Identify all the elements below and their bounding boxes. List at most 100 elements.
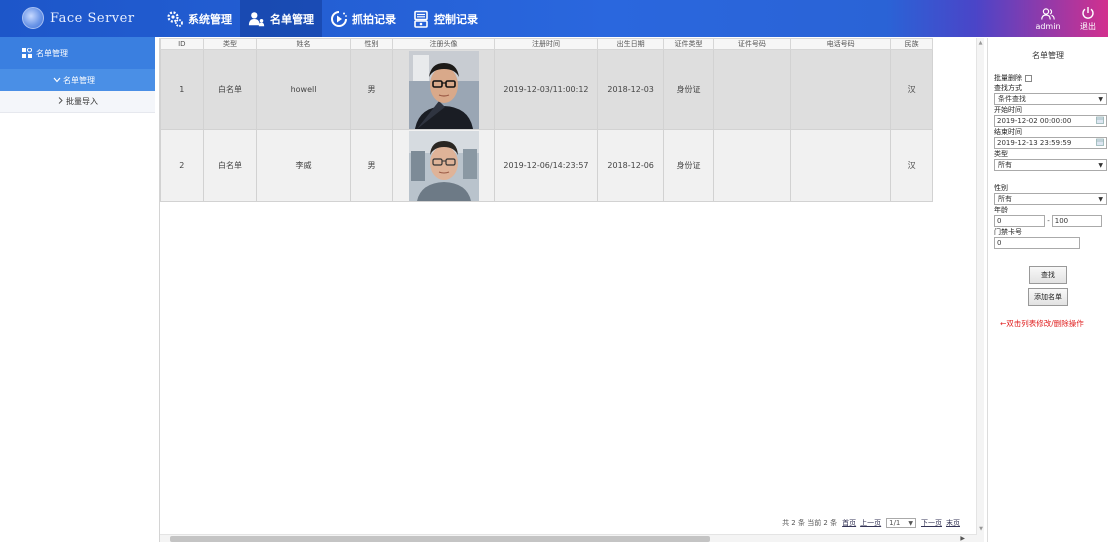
- username: admin: [1035, 21, 1061, 31]
- cell-cert-type: 身份证: [663, 129, 714, 202]
- scroll-down-icon[interactable]: ▼: [977, 526, 985, 532]
- cell-id: 1: [160, 49, 204, 130]
- next-page-link[interactable]: 下一页: [921, 518, 942, 528]
- first-page-link[interactable]: 首页: [842, 518, 856, 528]
- main-nav: 系统管理 名单管理 抓拍记录 控制记录: [158, 0, 486, 37]
- nav-label: 抓拍记录: [352, 12, 396, 26]
- nav-label: 系统管理: [188, 12, 232, 26]
- end-time-value: 2019-12-13 23:59:59: [997, 139, 1072, 147]
- search-button[interactable]: 查找: [1029, 266, 1067, 284]
- scroll-right-icon[interactable]: ▶: [960, 535, 965, 542]
- age-max-input[interactable]: 100: [1051, 215, 1102, 227]
- start-time-value: 2019-12-02 00:00:00: [997, 117, 1072, 125]
- age-min-input[interactable]: 0: [994, 215, 1046, 227]
- age-label: 年龄: [994, 206, 1008, 214]
- column-header-photo[interactable]: 注册头像: [392, 38, 495, 50]
- column-header-gender[interactable]: 性别: [349, 38, 394, 50]
- grid-icon: [22, 48, 32, 58]
- column-header-nation[interactable]: 民族: [890, 38, 933, 50]
- chevron-right-icon: [58, 97, 63, 106]
- end-time-input[interactable]: 2019-12-13 23:59:59: [994, 137, 1107, 149]
- column-header-cert-type[interactable]: 证件类型: [663, 38, 714, 50]
- top-bar: Face Server 系统管理 名单管理 抓拍记录 控制记录 admin 退出: [0, 0, 1108, 37]
- panel-title: 名单管理: [1032, 51, 1064, 60]
- vertical-scrollbar[interactable]: ▲ ▼: [976, 38, 984, 542]
- roster-table: ID 类型 姓名 性别 注册头像 注册时间 出生日期 证件类型 证件号码 电话号…: [160, 38, 933, 202]
- start-time-input[interactable]: 2019-12-02 00:00:00: [994, 115, 1107, 127]
- horizontal-scrollbar[interactable]: ▶: [160, 534, 977, 542]
- nav-label: 控制记录: [434, 12, 478, 26]
- cell-nation: 汉: [890, 129, 933, 202]
- face-photo: [408, 50, 479, 129]
- start-time-label: 开始时间: [994, 106, 1022, 114]
- prev-page-link[interactable]: 上一页: [860, 518, 881, 528]
- horizontal-scroll-thumb[interactable]: [170, 536, 710, 542]
- cell-photo: [392, 129, 495, 202]
- cell-cert-no: [712, 49, 791, 130]
- card-input[interactable]: 0: [994, 237, 1080, 249]
- card-label: 门禁卡号: [994, 228, 1022, 236]
- gender-value: 所有: [998, 195, 1012, 203]
- last-page-link[interactable]: 末页: [946, 518, 960, 528]
- column-header-name[interactable]: 姓名: [256, 38, 351, 50]
- gender-select[interactable]: 所有 ▼: [994, 193, 1107, 205]
- search-mode-label: 查找方式: [994, 84, 1022, 92]
- card-value: 0: [997, 239, 1002, 247]
- column-header-type[interactable]: 类型: [202, 38, 258, 50]
- type-label: 类型: [994, 150, 1008, 158]
- type-select[interactable]: 所有 ▼: [994, 159, 1107, 171]
- sidebar-section-header[interactable]: 名单管理: [0, 37, 155, 69]
- add-roster-button[interactable]: 添加名单: [1028, 288, 1068, 306]
- cell-gender: 男: [349, 129, 394, 202]
- cell-phone: [789, 129, 892, 202]
- column-header-phone[interactable]: 电话号码: [789, 38, 892, 50]
- sidebar-item-label: 名单管理: [63, 75, 95, 85]
- page-select[interactable]: 1/1 ▼: [886, 518, 916, 528]
- page-select-value: 1/1: [889, 519, 901, 527]
- app-logo: Face Server: [22, 5, 135, 31]
- caret-down-icon: ▼: [1098, 161, 1103, 169]
- roster-table-area: ID 类型 姓名 性别 注册头像 注册时间 出生日期 证件类型 证件号码 电话号…: [159, 38, 984, 542]
- cell-cert-type: 身份证: [663, 49, 714, 130]
- cell-nation: 汉: [890, 49, 933, 130]
- fingerprint-logo-icon: [22, 7, 44, 29]
- nav-roster-management[interactable]: 名单管理: [240, 0, 322, 37]
- user-icon: [1041, 7, 1055, 21]
- column-header-cert-no[interactable]: 证件号码: [712, 38, 791, 50]
- gender-label: 性别: [994, 184, 1008, 192]
- sidebar-section-label: 名单管理: [36, 48, 68, 58]
- cell-id: 2: [160, 129, 204, 202]
- cell-cert-no: [712, 129, 791, 202]
- monitor-icon: [412, 10, 430, 28]
- scroll-up-icon[interactable]: ▲: [977, 40, 984, 46]
- sidebar-item-roster[interactable]: 名单管理: [0, 69, 155, 91]
- caret-down-icon: ▼: [1098, 95, 1103, 103]
- age-min-value: 0: [997, 217, 1002, 225]
- app-title: Face Server: [50, 10, 135, 26]
- nav-capture-records[interactable]: 抓拍记录: [322, 0, 404, 37]
- chevron-down-icon: [53, 76, 61, 85]
- nav-label: 名单管理: [270, 12, 314, 26]
- logout-button[interactable]: 退出: [1068, 0, 1108, 37]
- sidebar-item-batch-import[interactable]: 批量导入: [0, 91, 155, 113]
- face-photo: [408, 130, 479, 201]
- column-header-id[interactable]: ID: [160, 38, 204, 50]
- nav-system-settings[interactable]: 系统管理: [158, 0, 240, 37]
- table-row[interactable]: 2 白名单 李威 男 2019-12-06/14:23:57 2018-12-0…: [160, 129, 933, 202]
- caret-down-icon: ▼: [908, 519, 913, 527]
- batch-delete-row: 批量删除: [994, 73, 1102, 83]
- column-header-birth[interactable]: 出生日期: [597, 38, 665, 50]
- batch-delete-checkbox[interactable]: [1025, 74, 1032, 82]
- nav-control-records[interactable]: 控制记录: [404, 0, 486, 37]
- table-header-row: ID 类型 姓名 性别 注册头像 注册时间 出生日期 证件类型 证件号码 电话号…: [160, 38, 933, 50]
- calendar-icon[interactable]: [1096, 116, 1104, 126]
- user-button[interactable]: admin: [1028, 0, 1068, 37]
- cell-reg-time: 2019-12-06/14:23:57: [493, 129, 599, 202]
- search-mode-select[interactable]: 条件查找 ▼: [994, 93, 1107, 105]
- age-separator: -: [1047, 217, 1050, 225]
- cell-photo: [392, 49, 495, 130]
- table-row[interactable]: 1 白名单 howell 男 2019-12-03/11:00:12 2018-…: [160, 49, 933, 130]
- column-header-reg-time[interactable]: 注册时间: [493, 38, 599, 50]
- calendar-icon[interactable]: [1096, 138, 1104, 148]
- users-icon: [248, 10, 266, 28]
